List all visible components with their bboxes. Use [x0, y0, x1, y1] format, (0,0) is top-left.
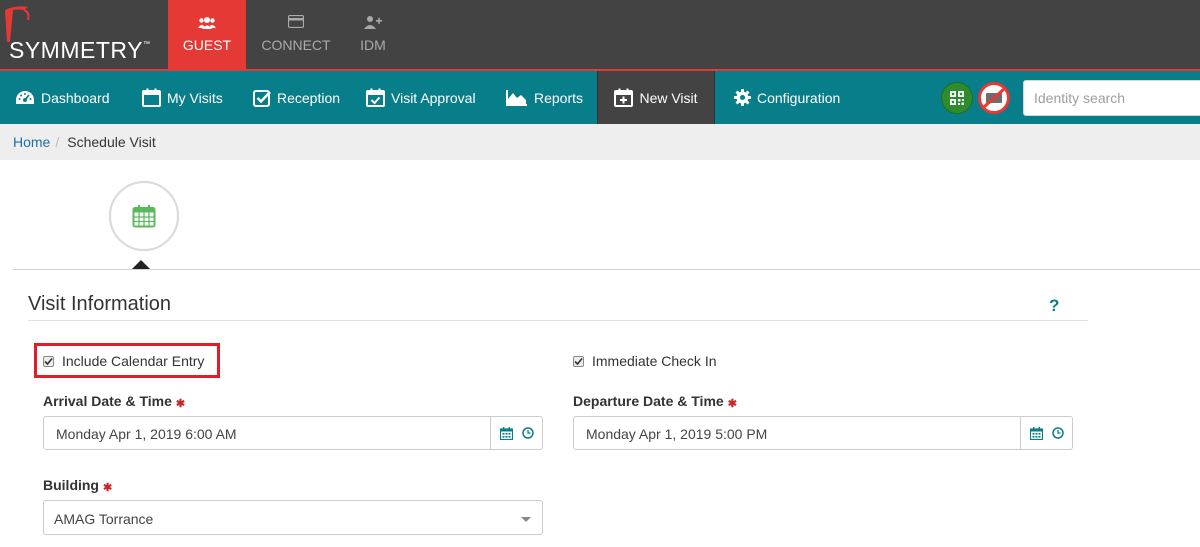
tab-connect[interactable]: CONNECT: [252, 0, 340, 69]
departure-datetime-value: Monday Apr 1, 2019 5:00 PM: [586, 426, 768, 442]
tab-guest-label: GUEST: [182, 37, 232, 53]
clock-icon[interactable]: [521, 427, 534, 439]
section-title: Visit Information: [28, 293, 172, 315]
immediate-check-in[interactable]: Immediate Check In: [573, 353, 717, 369]
arrival-picker-addon: [490, 417, 542, 449]
arrival-datetime-value: Monday Apr 1, 2019 6:00 AM: [56, 426, 237, 442]
arrival-datetime-field[interactable]: Monday Apr 1, 2019 6:00 AM: [43, 416, 543, 450]
nav-my-visits-label: My Visits: [167, 89, 223, 106]
required-icon: ✱: [175, 398, 186, 410]
tab-guest[interactable]: GUEST: [168, 0, 246, 69]
calendar-grid-icon: [132, 205, 156, 228]
calendar-plus-icon: [614, 88, 634, 107]
symmetry-logo[interactable]: SYMMETRY™: [0, 0, 168, 69]
breadcrumb-current: Schedule Visit: [67, 134, 156, 150]
nav-reports-label: Reports: [534, 89, 584, 106]
qr-code-icon: [950, 91, 964, 105]
blocked-button[interactable]: [978, 82, 1010, 114]
nav-new-visit[interactable]: New Visit: [597, 71, 715, 124]
add-user-icon: [364, 16, 382, 29]
departure-picker-addon: [1020, 417, 1072, 449]
nav-reception[interactable]: Reception: [253, 71, 340, 124]
nav-dashboard-label: Dashboard: [41, 89, 110, 106]
nav-new-visit-label: New Visit: [639, 89, 698, 106]
required-icon: ✱: [103, 482, 113, 494]
departure-label: Departure Date & Time ✱: [573, 393, 737, 410]
no-entry-icon: [982, 87, 1006, 109]
building-select[interactable]: AMAG Torrance: [43, 500, 543, 535]
building-label-text: Building: [43, 477, 99, 493]
step-divider: [13, 269, 1200, 270]
checkmark-icon: [44, 357, 53, 365]
required-icon: ✱: [727, 398, 737, 410]
help-icon[interactable]: ?: [1049, 296, 1059, 316]
departure-datetime-field[interactable]: Monday Apr 1, 2019 5:00 PM: [573, 416, 1073, 450]
tab-idm[interactable]: IDM: [346, 0, 400, 69]
nav-visit-approval[interactable]: Visit Approval: [366, 71, 476, 124]
include-calendar-entry[interactable]: Include Calendar Entry: [43, 353, 204, 369]
nav-configuration[interactable]: Configuration: [734, 71, 840, 124]
calendar-icon[interactable]: [499, 426, 513, 440]
nav-reports[interactable]: Reports: [506, 71, 583, 124]
area-chart-icon: [506, 90, 527, 106]
qr-code-button[interactable]: [941, 82, 973, 114]
clock-icon[interactable]: [1051, 427, 1064, 439]
building-label: Building ✱: [43, 477, 113, 494]
users-icon: [198, 17, 216, 29]
nav-my-visits[interactable]: My Visits: [142, 71, 223, 124]
calendar-icon: [142, 88, 161, 107]
nav-visit-approval-label: Visit Approval: [391, 89, 476, 106]
immediate-check-in-checkbox[interactable]: [573, 355, 584, 367]
calendar-check-icon: [366, 88, 385, 107]
building-select-value: AMAG Torrance: [54, 511, 154, 527]
main-nav: Dashboard My Visits Reception Visit Appr…: [0, 71, 1200, 124]
departure-label-text: Departure Date & Time: [573, 393, 724, 409]
section-divider: [28, 320, 1088, 321]
nav-configuration-label: Configuration: [757, 89, 841, 106]
tab-idm-label: IDM: [360, 37, 386, 53]
arrival-label-text: Arrival Date & Time: [43, 393, 172, 409]
check-square-icon: [253, 89, 271, 107]
breadcrumb: Home / Schedule Visit: [0, 124, 1200, 160]
card-icon: [288, 15, 304, 28]
nav-dashboard[interactable]: Dashboard: [15, 71, 110, 124]
gear-icon: [734, 89, 751, 106]
immediate-check-in-label: Immediate Check In: [592, 353, 717, 369]
tab-connect-label: CONNECT: [261, 37, 331, 53]
step-schedule[interactable]: [109, 181, 179, 251]
logo-text: SYMMETRY™: [9, 37, 151, 63]
breadcrumb-separator: /: [55, 134, 60, 150]
nav-reception-label: Reception: [277, 89, 341, 106]
include-calendar-label: Include Calendar Entry: [62, 353, 205, 369]
dashboard-icon: [16, 90, 34, 104]
include-calendar-checkbox[interactable]: [43, 355, 54, 367]
top-bar: SYMMETRY™ GUEST CONNECT IDM: [0, 0, 1200, 69]
calendar-icon[interactable]: [1029, 426, 1043, 440]
caret-down-icon: [521, 517, 531, 522]
checkmark-icon: [574, 357, 583, 365]
breadcrumb-home[interactable]: Home: [13, 134, 50, 150]
identity-search-input[interactable]: [1023, 80, 1200, 116]
arrival-label: Arrival Date & Time ✱: [43, 393, 186, 410]
